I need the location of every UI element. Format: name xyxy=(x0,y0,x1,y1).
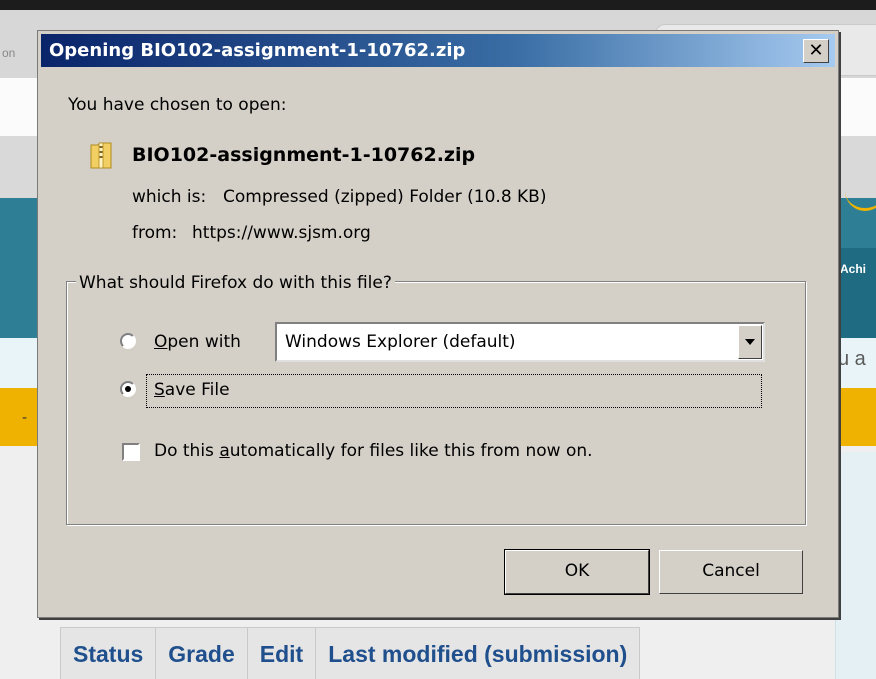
save-file-label[interactable]: Save File xyxy=(154,380,230,400)
col-header-grade: Grade xyxy=(155,627,248,679)
open-with-selected-value: Windows Explorer (default) xyxy=(285,332,516,352)
tab-partial-text: on xyxy=(2,46,16,60)
col-header-edit: Edit xyxy=(246,627,317,679)
file-type-value: Compressed (zipped) Folder (10.8 KB) xyxy=(223,187,547,207)
save-file-accesskey: S xyxy=(154,380,165,400)
submission-table-header-row: Status Grade Edit Last modified (submiss… xyxy=(59,627,641,679)
intro-text: You have chosen to open: xyxy=(68,95,287,115)
save-file-radio[interactable] xyxy=(120,381,136,397)
file-name: BIO102-assignment-1-10762.zip xyxy=(132,144,476,166)
open-with-select[interactable]: Windows Explorer (default) xyxy=(275,322,765,362)
breadcrumb-separator: - xyxy=(22,410,28,426)
from-value: https://www.sjsm.org xyxy=(192,223,371,243)
dialog-titlebar[interactable]: Opening BIO102-assignment-1-10762.zip ✕ xyxy=(41,34,835,67)
col-header-last-modified: Last modified (submission) xyxy=(315,627,641,679)
file-action-group-label: What should Firefox do with this file? xyxy=(76,273,395,293)
site-nav-label: Achi xyxy=(840,262,867,276)
close-icon: ✕ xyxy=(808,40,824,61)
auto-action-checkbox[interactable] xyxy=(122,443,140,461)
cancel-button[interactable]: Cancel xyxy=(659,550,803,594)
auto-action-label[interactable]: Do this automatically for files like thi… xyxy=(154,441,593,461)
site-side-panel xyxy=(835,452,876,679)
dropdown-button[interactable] xyxy=(738,325,762,359)
dialog-title: Opening BIO102-assignment-1-10762.zip xyxy=(49,40,466,61)
auto-action-accesskey: a xyxy=(219,441,230,461)
radio-selected-dot xyxy=(125,386,131,392)
close-button[interactable]: ✕ xyxy=(803,39,829,63)
col-header-status: Status xyxy=(59,627,157,679)
site-notice-text: u a xyxy=(838,348,866,370)
zip-folder-icon xyxy=(90,142,112,169)
open-with-accesskey: O xyxy=(154,332,168,352)
browser-top-edge xyxy=(0,0,876,10)
open-with-radio[interactable] xyxy=(120,333,136,349)
save-file-focus-rect xyxy=(146,374,762,408)
open-with-label[interactable]: Open with xyxy=(154,332,241,352)
submission-table: Status Grade Edit Last modified (submiss… xyxy=(59,627,641,679)
chevron-down-icon xyxy=(745,339,755,345)
which-is-label: which is: xyxy=(132,187,207,207)
ok-button[interactable]: OK xyxy=(504,549,650,595)
download-dialog: Opening BIO102-assignment-1-10762.zip ✕ … xyxy=(37,30,839,618)
from-label: from: xyxy=(132,223,178,243)
